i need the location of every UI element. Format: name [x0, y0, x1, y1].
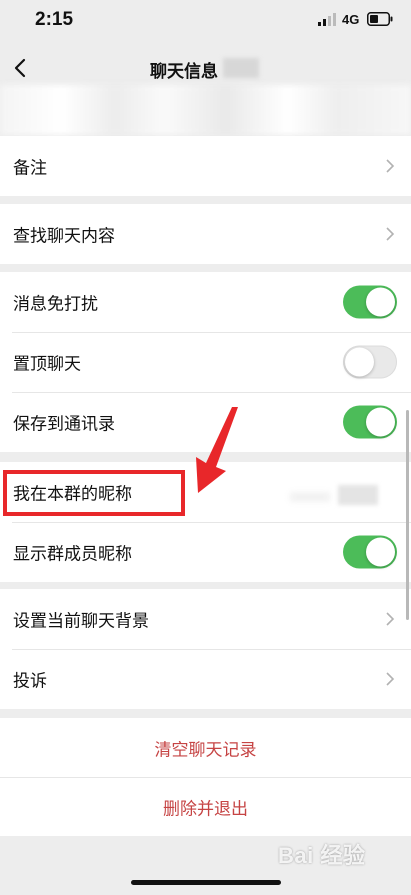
- chevron-right-icon: [386, 612, 395, 626]
- mute-notifications-toggle[interactable]: [343, 285, 397, 319]
- chevron-right-icon: [386, 159, 395, 173]
- delete-and-exit-label: 删除并退出: [163, 799, 248, 819]
- search-chat-label: 查找聊天内容: [13, 226, 115, 247]
- signal-icon: [318, 13, 336, 26]
- show-member-nicknames-label: 显示群成员昵称: [13, 544, 132, 565]
- home-indicator[interactable]: [131, 880, 281, 885]
- report-row[interactable]: 投诉: [0, 649, 411, 709]
- show-member-nicknames-row: 显示群成员昵称: [0, 522, 411, 582]
- annotation-arrow-icon: [196, 407, 238, 493]
- chevron-right-icon: [386, 672, 395, 686]
- search-group: 查找聊天内容: [0, 204, 411, 264]
- blurred-title-suffix: [223, 58, 259, 78]
- toggle-knob: [366, 407, 395, 437]
- delete-and-exit-button[interactable]: 删除并退出: [0, 777, 411, 836]
- clear-chat-history-label: 清空聊天记录: [154, 740, 257, 760]
- chat-background-row[interactable]: 设置当前聊天背景: [0, 589, 411, 649]
- save-to-contacts-label: 保存到通讯录: [13, 414, 115, 435]
- misc-group: 设置当前聊天背景 投诉: [0, 589, 411, 709]
- page-title: 聊天信息: [150, 62, 218, 81]
- status-time: 2:15: [35, 9, 74, 30]
- blurred-nickname-shadow: [290, 492, 330, 502]
- annotation-highlight-box: [3, 470, 185, 516]
- clear-chat-history-button[interactable]: 清空聊天记录: [0, 718, 411, 777]
- report-label: 投诉: [13, 671, 47, 692]
- blurred-member-strip: [0, 85, 411, 135]
- blurred-nickname-value: [338, 485, 378, 505]
- mute-notifications-row: 消息免打扰: [0, 272, 411, 332]
- toggle-knob: [366, 287, 395, 317]
- sticky-on-top-label: 置顶聊天: [13, 354, 81, 375]
- battery-icon: [367, 12, 393, 26]
- sticky-on-top-row: 置顶聊天: [0, 332, 411, 392]
- toggle-knob: [345, 347, 374, 377]
- network-label: 4G: [342, 12, 360, 27]
- mute-notifications-label: 消息免打扰: [13, 294, 98, 315]
- baidu-watermark: Bai 经验: [278, 843, 366, 868]
- search-chat-row[interactable]: 查找聊天内容: [0, 204, 411, 264]
- save-to-contacts-toggle[interactable]: [343, 405, 397, 439]
- toggle-knob: [366, 537, 395, 567]
- sticky-on-top-toggle[interactable]: [343, 345, 397, 379]
- actions-group: 清空聊天记录 删除并退出: [0, 718, 411, 836]
- chat-background-label: 设置当前聊天背景: [13, 611, 149, 632]
- remark-label: 备注: [13, 158, 47, 179]
- back-arrow-icon[interactable]: [10, 52, 32, 84]
- remark-group: 备注: [0, 136, 411, 196]
- show-member-nicknames-toggle[interactable]: [343, 535, 397, 569]
- chevron-right-icon: [386, 227, 395, 241]
- status-bar: 2:15 4G: [0, 0, 411, 40]
- scrollbar[interactable]: [406, 410, 409, 620]
- remark-row[interactable]: 备注: [0, 136, 411, 196]
